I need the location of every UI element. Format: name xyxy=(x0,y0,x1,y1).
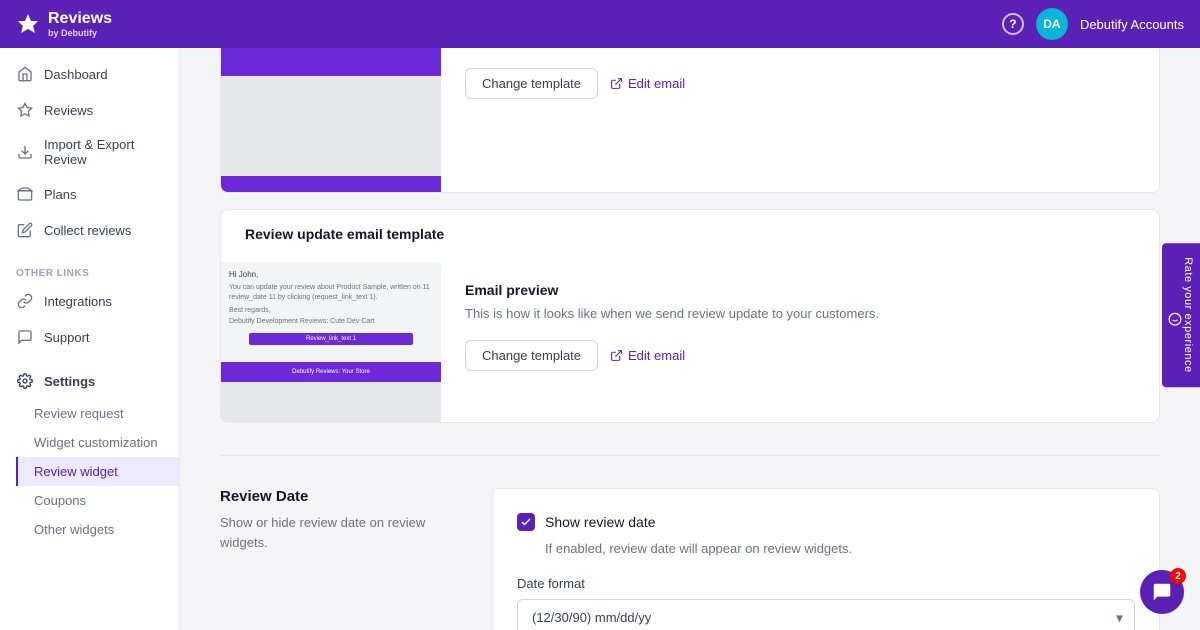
email-info-update: Email preview This is how it looks like … xyxy=(441,262,1159,422)
sidebar-label-support: Support xyxy=(44,330,90,345)
sidebar-item-collect[interactable]: Collect reviews xyxy=(0,212,179,248)
logo: Reviews by Debutify xyxy=(16,10,112,38)
tag-icon xyxy=(16,185,34,203)
logo-text: Reviews xyxy=(48,10,112,28)
gear-icon xyxy=(16,372,34,390)
help-icon[interactable]: ? xyxy=(1002,13,1024,35)
sidebar-item-import-export[interactable]: Import & Export Review xyxy=(0,128,179,176)
change-template-button-first[interactable]: Change template xyxy=(465,68,598,99)
date-format-select-wrapper: (12/30/90) mm/dd/yy(30/12/90) dd/mm/yy(1… xyxy=(517,599,1135,630)
email-actions-update: Change template Edit email xyxy=(465,340,1135,371)
sidebar-item-widget-customization[interactable]: Widget customization xyxy=(16,428,179,457)
date-format-select[interactable]: (12/30/90) mm/dd/yy(30/12/90) dd/mm/yy(1… xyxy=(517,599,1135,630)
email-preview-image-first xyxy=(221,48,441,192)
review-date-label-col: Review Date Show or hide review date on … xyxy=(220,488,460,630)
sidebar-label-plans: Plans xyxy=(44,187,77,202)
settings-sub-nav: Review request Widget customization Revi… xyxy=(0,399,179,544)
date-format-label: Date format xyxy=(517,576,1135,591)
layout: Dashboard Reviews Import & Export Review… xyxy=(0,48,1200,630)
review-date-content: Show review date If enabled, review date… xyxy=(492,488,1160,630)
sidebar-label-integrations: Integrations xyxy=(44,294,112,309)
review-date-section: Review Date Show or hide review date on … xyxy=(180,456,1200,630)
show-review-date-label: Show review date xyxy=(545,514,656,530)
sidebar-label-dashboard: Dashboard xyxy=(44,67,108,82)
email-info-first: Change template Edit email xyxy=(441,48,1159,192)
sidebar-label-import-export: Import & Export Review xyxy=(44,137,163,167)
review-date-title: Review Date xyxy=(220,488,460,505)
email-card-first: Change template Edit email xyxy=(220,48,1160,193)
email-cards-area: Change template Edit email Review update… xyxy=(180,48,1200,455)
email-preview-label: Email preview xyxy=(465,282,1135,298)
settings-label: Settings xyxy=(44,374,95,389)
sidebar-item-review-request[interactable]: Review request xyxy=(16,399,179,428)
email-actions-first: Change template Edit email xyxy=(465,68,1135,99)
sidebar-item-coupons[interactable]: Coupons xyxy=(16,486,179,515)
edit-email-button-first[interactable]: Edit email xyxy=(610,76,685,91)
avatar: DA xyxy=(1036,8,1068,40)
logo-icon xyxy=(16,12,40,36)
sidebar: Dashboard Reviews Import & Export Review… xyxy=(0,48,180,630)
download-icon xyxy=(16,143,34,161)
show-review-date-checkbox[interactable] xyxy=(517,513,535,531)
sidebar-item-support[interactable]: Support xyxy=(0,319,179,355)
email-card-review-update: Review update email template Hi John, Yo… xyxy=(220,209,1160,423)
external-link-icon-2 xyxy=(610,349,623,362)
chat-badge: 2 xyxy=(1170,568,1186,584)
email-preview-desc: This is how it looks like when we send r… xyxy=(465,304,1135,324)
message-icon xyxy=(16,328,34,346)
sidebar-item-other-widgets[interactable]: Other widgets xyxy=(16,515,179,544)
chat-icon xyxy=(1151,581,1173,603)
edit-icon xyxy=(16,221,34,239)
rate-experience-sidebar[interactable]: Rate your experience xyxy=(1162,243,1200,387)
other-links-label: OTHER LINKS xyxy=(0,256,179,283)
sidebar-label-reviews: Reviews xyxy=(44,103,93,118)
sidebar-item-reviews[interactable]: Reviews xyxy=(0,92,179,128)
logo-sub: by Debutify xyxy=(48,28,112,38)
link-icon xyxy=(16,292,34,310)
settings-section: Settings Review request Widget customiza… xyxy=(0,363,179,544)
email-card-first-inner: Change template Edit email xyxy=(221,48,1159,192)
edit-email-button-update[interactable]: Edit email xyxy=(610,348,685,363)
show-review-date-subdesc: If enabled, review date will appear on r… xyxy=(545,541,1135,556)
email-preview-image-update: Hi John, You can update your review abou… xyxy=(221,262,441,422)
email-card-update-inner: Hi John, You can update your review abou… xyxy=(221,262,1159,422)
smile-icon xyxy=(1168,312,1182,326)
check-icon xyxy=(520,516,532,528)
review-date-desc: Show or hide review date on review widge… xyxy=(220,513,460,552)
star-icon xyxy=(16,101,34,119)
sidebar-item-plans[interactable]: Plans xyxy=(0,176,179,212)
sidebar-item-dashboard[interactable]: Dashboard xyxy=(0,56,179,92)
home-icon xyxy=(16,65,34,83)
change-template-button-update[interactable]: Change template xyxy=(465,340,598,371)
rate-icon xyxy=(1168,265,1182,373)
account-name: Debutify Accounts xyxy=(1080,17,1184,32)
sidebar-nav: Dashboard Reviews Import & Export Review… xyxy=(0,48,179,256)
main-content: Change template Edit email Review update… xyxy=(180,48,1200,630)
sidebar-item-integrations[interactable]: Integrations xyxy=(0,283,179,319)
email-card-title-row: Review update email template xyxy=(221,210,1159,262)
external-link-icon xyxy=(610,77,623,90)
app-header: Reviews by Debutify ? DA Debutify Accoun… xyxy=(0,0,1200,48)
sidebar-item-review-widget[interactable]: Review widget xyxy=(16,457,179,486)
email-update-title: Review update email template xyxy=(245,226,1135,242)
header-right: ? DA Debutify Accounts xyxy=(1002,8,1184,40)
sidebar-item-settings[interactable]: Settings xyxy=(0,363,179,399)
sidebar-label-collect: Collect reviews xyxy=(44,223,131,238)
show-review-date-row: Show review date xyxy=(517,513,1135,531)
chat-bubble[interactable]: 2 xyxy=(1140,570,1184,614)
